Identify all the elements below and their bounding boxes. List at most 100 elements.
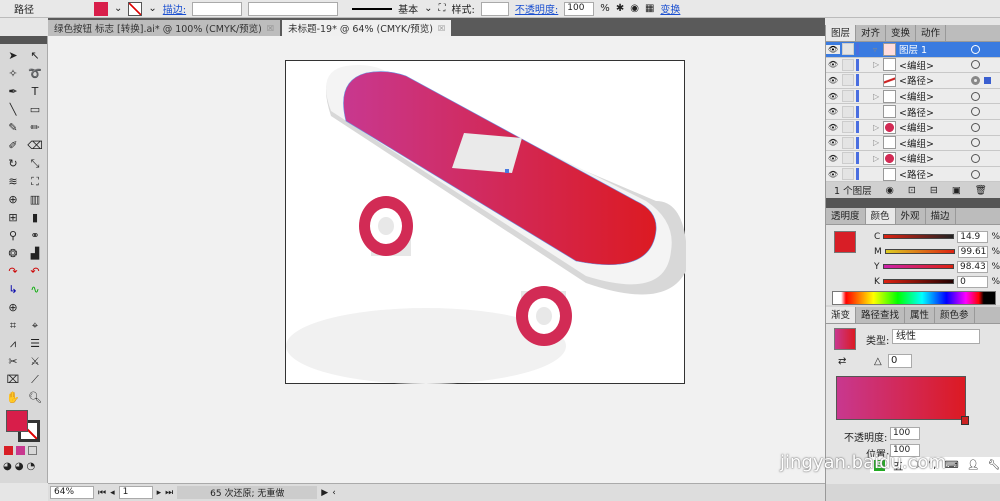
opacity-input[interactable]: 100 [564,1,595,16]
zoom-tool-icon[interactable]: 🔍︎ [25,390,45,406]
delete-icon[interactable]: 🗑︎ [975,185,987,196]
type-tool-icon[interactable]: T [25,84,45,100]
tab-appearance[interactable]: 外观 [896,208,926,225]
opacity-input[interactable]: 100 [890,427,920,441]
free-transform-icon[interactable]: ⛶ [25,174,45,190]
layer-row[interactable]: 👁︎ <路径> [826,104,1000,120]
gradient-swatch[interactable] [834,328,856,351]
user-icon[interactable]: 👤︎ [967,460,980,471]
status-message[interactable]: 65 次还原; 无重做 [177,486,318,499]
line-tool-icon[interactable]: ╲ [3,102,23,118]
hand-tool-icon[interactable]: ✋ [3,390,23,406]
stroke-swatch[interactable] [128,1,143,16]
tab-layers[interactable]: 图层 [826,25,857,41]
channel-value[interactable]: 14.9 [957,230,989,243]
layer-row[interactable]: 👁︎ ▷ <编组> [826,135,1000,152]
selection-tool-icon[interactable]: ➤ [3,48,23,64]
draw-normal-icon[interactable]: ◕ [3,461,12,472]
chevron-down-icon[interactable]: ⌄ [114,3,122,14]
artboard[interactable] [285,60,686,385]
pen-tool-icon[interactable]: ✒ [3,84,23,100]
stroke-weight-input[interactable] [192,1,243,16]
recolor-icon[interactable]: ✱ [616,3,624,14]
tab-stroke[interactable]: 描边 [926,208,956,225]
layer-row[interactable]: 👁︎ <路径> [826,73,1000,89]
channel-value[interactable]: 99.61 [957,245,989,258]
list-icon[interactable]: ☰ [25,336,45,352]
close-icon[interactable]: ☒ [267,24,274,33]
warp-tool-icon[interactable]: ≋ [3,174,23,190]
make-clip-mask-icon[interactable]: ⊡ [908,185,916,196]
align-icon[interactable]: ▦ [645,3,654,14]
tab-color[interactable]: 颜色 [865,208,896,225]
eraser-icon[interactable]: ⌫ [25,138,45,154]
opacity-link[interactable]: 不透明度: [515,1,558,16]
symbol-sprayer-icon[interactable]: ❂ [3,246,23,262]
layer-row[interactable]: 👁︎ <路径> [826,166,1000,183]
draw-inside-icon[interactable]: ◔ [26,461,35,472]
graph-tool-icon[interactable]: ▟ [25,246,45,262]
tab-transparency[interactable]: 透明度 [826,208,866,225]
mesh-tool-icon[interactable]: ⊞ [3,210,23,226]
slider-k[interactable]: K 0% [826,274,1000,289]
layer-row[interactable]: 👁︎ ▷ <编组> [826,57,1000,74]
artboard-tool-icon[interactable]: ⌗ [3,318,23,334]
next-page-icon[interactable]: ▸ [157,488,162,498]
rectangle-tool-icon[interactable]: ▭ [25,102,45,118]
tab-gradient[interactable]: 渐变 [826,307,857,324]
tab-attributes[interactable]: 属性 [905,307,936,324]
reverse-gradient-icon[interactable]: ⇄ [838,356,846,367]
slice-tool-icon[interactable]: ⌖ [25,318,45,334]
transform-link[interactable]: 变换 [660,1,680,16]
eyedropper-icon[interactable]: ⚲ [3,228,23,244]
wrench-icon[interactable]: 🔧︎ [988,460,1000,471]
brush-tool-icon[interactable]: ✎ [3,120,23,136]
style-select[interactable] [480,1,509,16]
fill-color-swatch[interactable] [834,231,856,254]
scale-tool-icon[interactable]: ⤡ [25,156,45,172]
target-icon[interactable]: ⊕ [3,300,23,316]
stroke-link[interactable]: 描边: [163,1,186,16]
layer-row[interactable]: 👁︎ ▷ <编组> [826,119,1000,136]
layer-row[interactable]: 👁︎ ▿ 图层 1 [826,42,1000,58]
channel-value[interactable]: 0 [957,275,989,288]
zoom-select[interactable]: 64% [50,486,94,499]
angle-input[interactable]: 0 [888,354,912,369]
variable-width-select[interactable] [248,1,339,16]
slider-y[interactable]: Y 98.43% [826,259,1000,274]
locate-object-icon[interactable]: ◉ [886,185,894,196]
shape-builder-icon[interactable]: ⊕ [3,192,23,208]
status-menu-icon[interactable]: ▶ [321,488,328,498]
channel-value[interactable]: 98.43 [957,260,989,273]
path-tool-icon[interactable]: ↳ [3,282,23,298]
page-select[interactable]: 1 [118,486,153,499]
gradient-slider[interactable] [836,376,966,421]
first-page-icon[interactable]: ⏮ [98,488,106,498]
isolate-icon[interactable]: ◉ [630,3,639,14]
pencil-tool-icon[interactable]: ✏ [25,120,45,136]
gradient-type-select[interactable]: 线性 [892,329,980,345]
doc-tab-active[interactable]: 未标题-19* @ 64% (CMYK/预览) ☒ [282,20,452,36]
tab-transform[interactable]: 变换 [886,25,917,41]
scissors-icon[interactable]: ✂ [3,354,23,370]
color-spectrum[interactable] [832,291,996,306]
skateboard-illustration[interactable] [286,61,686,385]
gradient-tool-icon[interactable]: ▮ [25,210,45,226]
blend-tool-icon[interactable]: ⚭ [25,228,45,244]
lasso-icon[interactable]: ➰ [25,66,45,82]
new-layer-icon[interactable]: ▣ [952,185,961,196]
layer-row[interactable]: 👁︎ ▷ <编组> [826,151,1000,167]
keyboard-icon[interactable]: ⌨ [944,460,958,471]
gradient-mode-icon[interactable] [16,446,25,455]
new-sublayer-icon[interactable]: ⊟ [930,185,938,196]
magic-wand-icon[interactable]: ✧ [3,66,23,82]
prev-page-icon[interactable]: ◂ [110,488,115,498]
gradient-stop[interactable] [961,416,969,426]
stroke-profile[interactable] [352,7,393,10]
smooth-tool-icon[interactable]: ∿ [25,282,45,298]
crop-icon[interactable]: ⌧ [3,372,23,388]
last-page-icon[interactable]: ⏭ [165,488,173,498]
scroll-left-icon[interactable]: ‹ [332,488,336,498]
fill-swatch[interactable] [94,1,108,16]
doc-tab[interactable]: 绿色按钮 标志 [转换].ai* @ 100% (CMYK/预览) ☒ [48,20,281,36]
